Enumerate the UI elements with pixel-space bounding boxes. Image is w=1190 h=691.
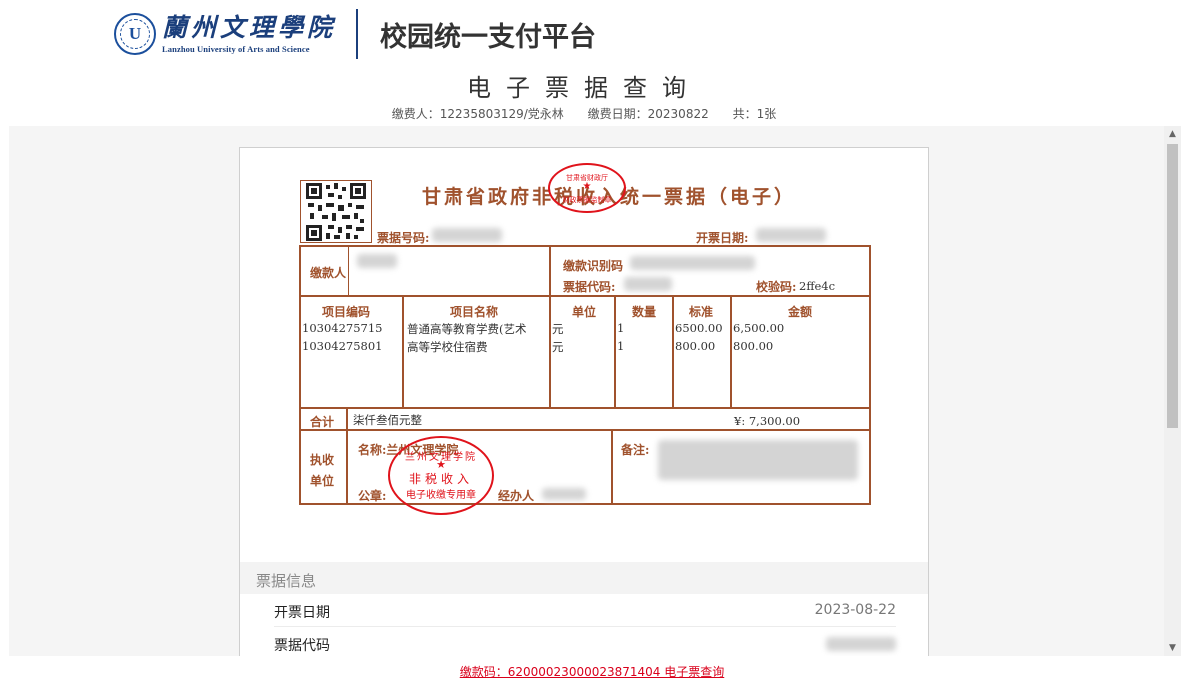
payer-name-redacted [357, 254, 397, 268]
qr-code-icon [300, 180, 372, 243]
column-header-unit: 单位 [572, 305, 597, 319]
total-amount: ¥: 7,300.00 [734, 414, 801, 428]
item-code: 10304275801 [302, 339, 383, 353]
remark-label: 备注: [621, 443, 650, 457]
column-header-amount: 金额 [788, 305, 813, 319]
receipt-code-label: 票据代码: [563, 280, 616, 294]
receipt-card: 甘肃省政府非税收入统一票据（电子） 甘肃省财政厅 ★ 财政票据监制章 票据号码:… [239, 147, 929, 656]
receipt-code-redacted [624, 277, 672, 291]
issue-date-label: 开票日期: [696, 231, 749, 245]
payer-label: 缴费人：12235803129/党永林 [391, 107, 564, 121]
seal-label: 公章: [358, 489, 387, 503]
receipt-info-title: 票据信息 [256, 572, 317, 590]
column-header-name: 项目名称 [450, 305, 499, 319]
page-title: 电子票据查询 [467, 74, 701, 102]
scroll-up-icon[interactable]: ▲ [1164, 129, 1181, 139]
receipt-viewer[interactable]: 甘肃省政府非税收入统一票据（电子） 甘肃省财政厅 ★ 财政票据监制章 票据号码:… [9, 126, 1181, 656]
total-amount-words: 柒仟叁佰元整 [353, 413, 422, 427]
logo-english-name: Lanzhou University of Arts and Science [162, 44, 310, 54]
school-seal-stamp: 兰州文理学院 ★ 非税收入 电子收缴专用章 [388, 436, 494, 515]
scroll-down-icon[interactable]: ▼ [1164, 643, 1181, 653]
payment-code-link[interactable]: 缴款码：62000023000023871404 电子票查询 [0, 663, 1184, 680]
info-label: 票据代码 [274, 638, 330, 654]
issue-date-redacted [756, 228, 826, 242]
payer-field-label: 缴款人 [310, 266, 347, 280]
column-header-qty: 数量 [632, 305, 657, 319]
info-label: 开票日期 [274, 605, 330, 621]
item-name: 普通高等教育学费(艺术 [407, 322, 527, 336]
column-header-std: 标准 [689, 305, 714, 319]
receipt-number-label: 票据号码: [377, 231, 430, 245]
handler-label: 经办人 [498, 489, 535, 503]
column-header-code: 项目编码 [322, 305, 371, 319]
platform-title: 校园统一支付平台 [380, 21, 597, 53]
receipt-info-header: 票据信息 [240, 562, 928, 594]
item-unit: 元 [552, 322, 564, 336]
university-logo-icon: U [114, 13, 156, 55]
item-std: 6500.00 [675, 321, 723, 335]
info-row-receipt-code: 票据代码 [274, 627, 896, 656]
item-amount: 800.00 [733, 339, 774, 353]
item-code: 10304275715 [302, 321, 383, 335]
receipt-number-redacted [432, 228, 502, 242]
receipt-count-label: 共：1张 [732, 107, 777, 121]
vertical-scrollbar[interactable]: ▲ ▼ [1164, 126, 1181, 656]
logo-chinese-name: 蘭州文理學院 [162, 13, 337, 42]
item-unit: 元 [552, 340, 564, 354]
remark-redacted [658, 440, 858, 480]
item-std: 800.00 [675, 339, 716, 353]
header-divider [356, 9, 359, 59]
check-code-value: 2ffe4c [799, 279, 836, 293]
payer-id-label: 缴款识别码 [563, 259, 624, 273]
star-icon: ★ [582, 181, 592, 192]
scroll-thumb[interactable] [1167, 144, 1178, 428]
payer-id-redacted [630, 256, 755, 270]
handler-redacted [542, 488, 586, 500]
info-row-issue-date: 开票日期 2023-08-22 [274, 594, 896, 627]
item-qty: 1 [617, 339, 625, 353]
electronic-receipt: 甘肃省政府非税收入统一票据（电子） 甘肃省财政厅 ★ 财政票据监制章 票据号码:… [240, 148, 928, 548]
payment-date-label: 缴费日期：20230822 [587, 107, 709, 121]
info-value: 2023-08-22 [814, 602, 896, 618]
site-header: U 蘭州文理學院 Lanzhou University of Arts and … [114, 8, 596, 60]
item-name: 高等学校住宿费 [407, 340, 488, 354]
info-value-redacted [826, 637, 896, 651]
item-qty: 1 [617, 321, 625, 335]
collector-label: 单位 [310, 474, 335, 488]
check-code-label: 校验码: [756, 280, 797, 294]
university-logo-text: 蘭州文理學院 Lanzhou University of Arts and Sc… [162, 13, 337, 55]
item-amount: 6,500.00 [733, 321, 785, 335]
collector-label: 执收 [310, 453, 335, 467]
finance-seal-stamp: 甘肃省财政厅 ★ 财政票据监制章 [548, 163, 626, 213]
total-label: 合计 [310, 415, 335, 429]
payer-summary: 缴费人：12235803129/党永林 缴费日期：20230822 共：1张 [0, 105, 1168, 122]
